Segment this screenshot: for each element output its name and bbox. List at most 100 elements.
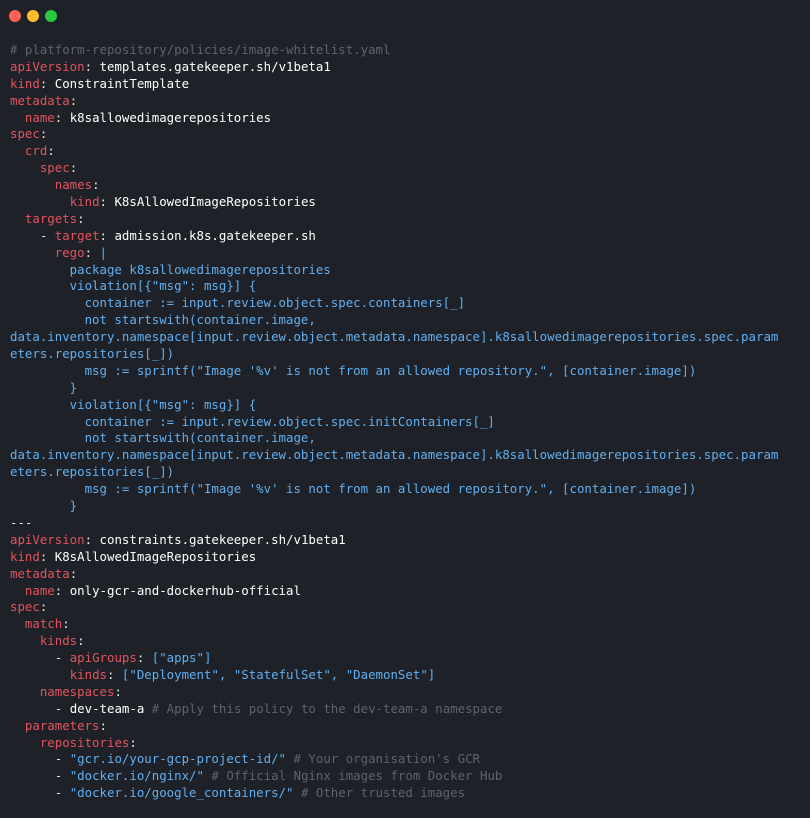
code-line: - "gcr.io/your-gcp-project-id/" # Your o…: [10, 751, 778, 768]
code-token: ["Deployment", "StatefulSet", "DaemonSet…: [121, 666, 436, 682]
window-titlebar: [0, 0, 810, 30]
code-token: -: [10, 227, 55, 243]
code-line: spec:: [10, 126, 778, 143]
code-token: :: [47, 143, 55, 159]
code-token: -: [10, 650, 70, 666]
code-line: container := input.review.object.spec.co…: [10, 295, 778, 312]
code-token: namespaces: [39, 683, 115, 699]
code-token: admission.k8s.gatekeeper.sh: [114, 227, 316, 243]
code-line: parameters:: [10, 718, 778, 735]
code-token: kinds: [69, 666, 107, 682]
code-token: spec: [39, 160, 70, 176]
code-line: ---: [10, 515, 778, 532]
code-token: :: [84, 244, 100, 260]
code-token: crd: [24, 143, 48, 159]
code-token: apiGroups: [69, 650, 137, 666]
code-line: container := input.review.object.spec.in…: [10, 414, 778, 431]
code-token: :: [92, 177, 100, 193]
code-token: -: [10, 700, 70, 716]
code-line: kind: K8sAllowedImageRepositories: [10, 194, 778, 211]
code-token: -: [10, 751, 70, 767]
code-token: constraints.gatekeeper.sh/v1beta1: [99, 531, 346, 547]
code-token: "docker.io/google_containers/": [69, 785, 294, 801]
code-line: apiVersion: constraints.gatekeeper.sh/v1…: [10, 532, 778, 549]
code-token: violation[{"msg": msg}] {: [10, 396, 257, 412]
minimize-button[interactable]: [27, 10, 39, 22]
code-line: kinds:: [10, 633, 778, 650]
code-token: names: [54, 177, 93, 193]
code-line: - target: admission.k8s.gatekeeper.sh: [10, 228, 778, 245]
code-line: metadata:: [10, 566, 778, 583]
code-line: }: [10, 498, 778, 515]
code-token: :: [69, 160, 78, 176]
code-line: match:: [10, 616, 778, 633]
code-token: :: [84, 58, 100, 74]
code-token: # Apply this policy to the dev-team-a na…: [144, 700, 503, 716]
code-token: name: [24, 109, 55, 125]
code-line: not startswith(container.image,: [10, 430, 778, 447]
code-token: :: [69, 565, 78, 581]
code-token: eters.repositories[_]): [10, 346, 175, 362]
code-token: K8sAllowedImageRepositories: [114, 194, 316, 210]
code-line: spec:: [10, 160, 778, 177]
code-line: # platform-repository/policies/image-whi…: [10, 42, 778, 59]
code-token: parameters: [24, 717, 100, 733]
code-token: not startswith(container.image,: [10, 312, 316, 328]
code-line: not startswith(container.image,: [10, 312, 778, 329]
code-token: :: [136, 650, 152, 666]
code-line: name: k8sallowedimagerepositories: [10, 110, 778, 127]
code-token: apiVersion: [10, 531, 85, 547]
code-token: templates.gatekeeper.sh/v1beta1: [99, 58, 331, 74]
code-line: msg := sprintf("Image '%v' is not from a…: [10, 363, 778, 380]
code-line: metadata:: [10, 93, 778, 110]
code-token: metadata: [10, 565, 70, 581]
code-token: ConstraintTemplate: [54, 75, 190, 91]
code-token: :: [129, 734, 137, 750]
code-line: eters.repositories[_]): [10, 464, 778, 481]
code-token: msg := sprintf("Image '%v' is not from a…: [10, 481, 697, 497]
code-line: namespaces:: [10, 684, 778, 701]
code-token: ---: [10, 514, 33, 530]
code-line: name: only-gcr-and-dockerhub-official: [10, 583, 778, 600]
code-token: not startswith(container.image,: [10, 430, 316, 446]
code-token: :: [77, 633, 85, 649]
code-token: # Official Nginx images from Docker Hub: [203, 768, 503, 784]
code-token: :: [84, 531, 100, 547]
code-line: - apiGroups: ["apps"]: [10, 650, 778, 667]
code-window: # platform-repository/policies/image-whi…: [0, 0, 810, 818]
code-token: kind: [69, 194, 100, 210]
code-line: - dev-team-a # Apply this policy to the …: [10, 701, 778, 718]
code-line: - "docker.io/google_containers/" # Other…: [10, 785, 778, 802]
code-line: kind: ConstraintTemplate: [10, 76, 778, 93]
code-line: data.inventory.namespace[input.review.ob…: [10, 329, 778, 346]
code-line: rego: |: [10, 245, 778, 262]
code-line: crd:: [10, 143, 778, 160]
code-token: ["apps"]: [151, 650, 212, 666]
code-token: repositories: [39, 734, 130, 750]
code-line: kinds: ["Deployment", "StatefulSet", "Da…: [10, 667, 778, 684]
code-token: violation[{"msg": msg}] {: [10, 278, 257, 294]
close-button[interactable]: [9, 10, 21, 22]
maximize-button[interactable]: [45, 10, 57, 22]
code-line: msg := sprintf("Image '%v' is not from a…: [10, 481, 778, 498]
code-line: violation[{"msg": msg}] {: [10, 278, 778, 295]
code-token: :: [54, 109, 70, 125]
code-token: only-gcr-and-dockerhub-official: [69, 582, 301, 598]
code-token: dev-team-a: [69, 700, 145, 716]
code-token: container := input.review.object.spec.in…: [10, 413, 495, 429]
code-token: :: [69, 92, 78, 108]
code-token: kinds: [39, 633, 78, 649]
code-token: "docker.io/nginx/": [69, 768, 204, 784]
code-line: apiVersion: templates.gatekeeper.sh/v1be…: [10, 59, 778, 76]
code-line: violation[{"msg": msg}] {: [10, 397, 778, 414]
code-line: kind: K8sAllowedImageRepositories: [10, 549, 778, 566]
code-token: # Other trusted images: [293, 785, 466, 801]
